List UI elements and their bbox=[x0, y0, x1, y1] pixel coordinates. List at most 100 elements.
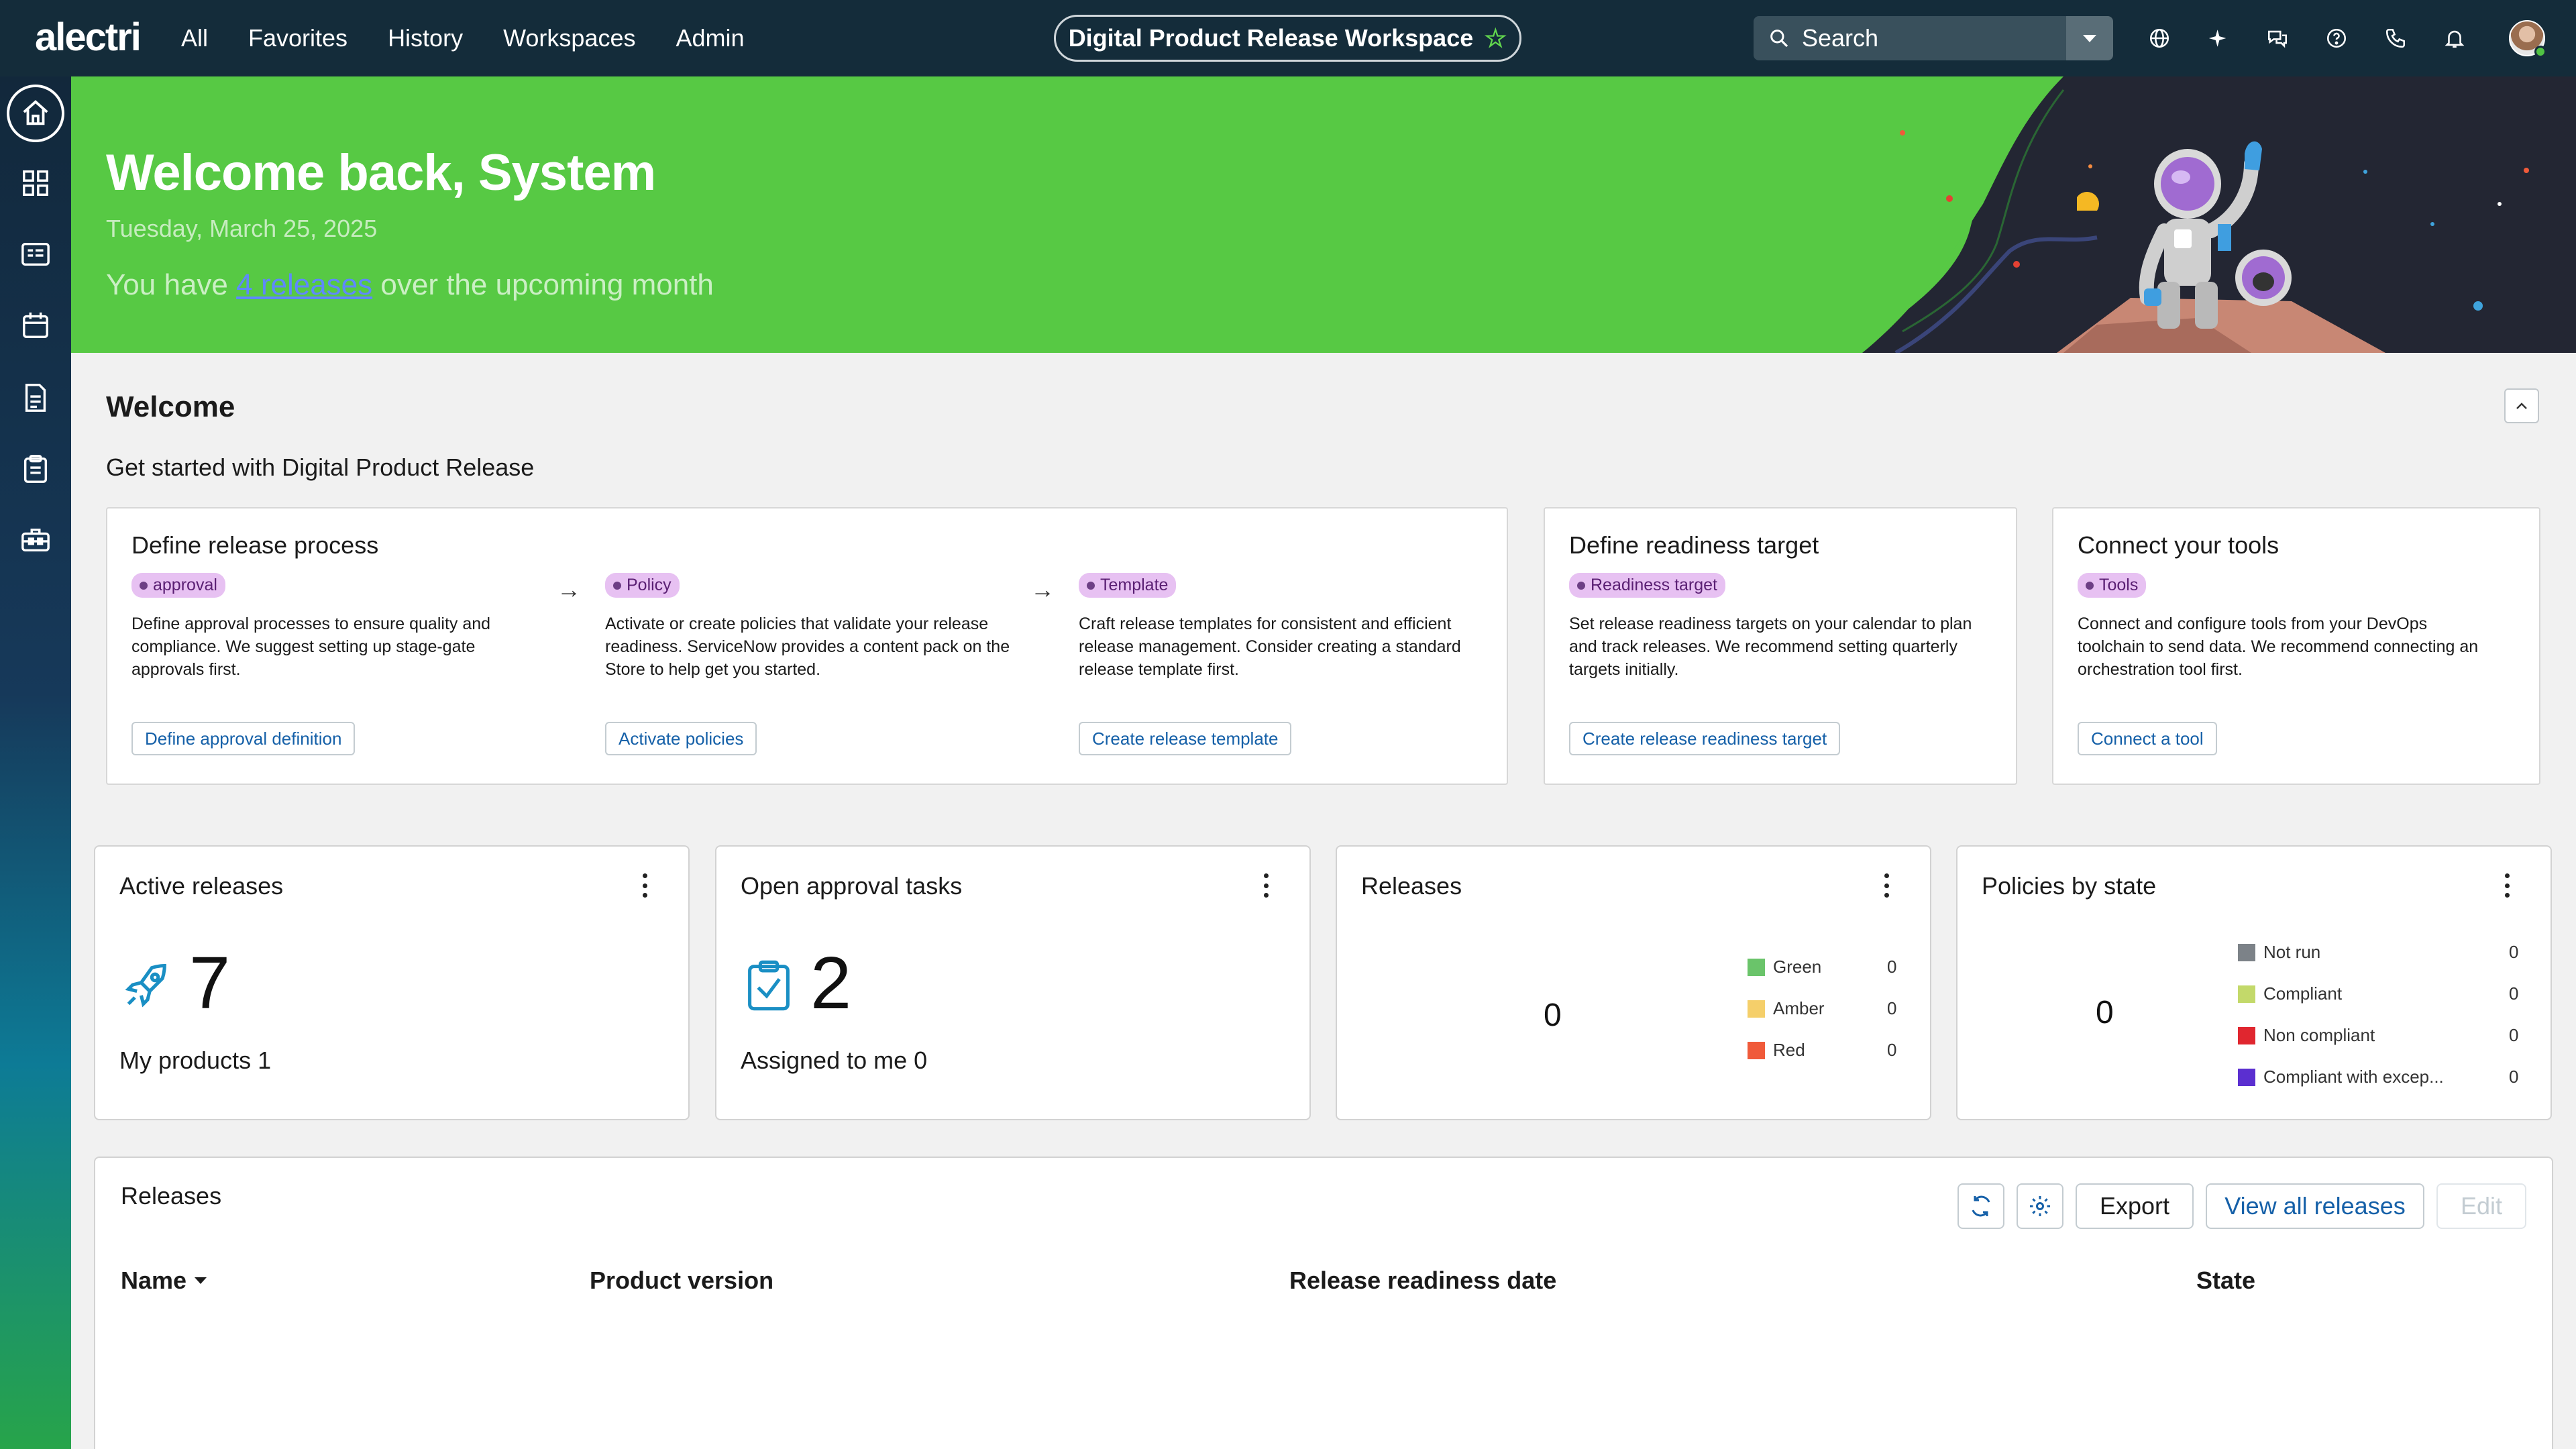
clipboard-check-icon bbox=[748, 960, 790, 1011]
legend-item-non-compliant[interactable]: Non compliant 0 bbox=[2238, 1025, 2518, 1046]
collapse-welcome-button[interactable] bbox=[2504, 388, 2539, 423]
not-run-swatch bbox=[2238, 943, 2255, 961]
open-approval-tasks-widget[interactable]: Open approval tasks 2 Assigned to me 0 bbox=[715, 845, 1311, 1120]
settings-button[interactable] bbox=[2017, 1183, 2063, 1229]
favorite-star-icon[interactable]: ☆ bbox=[1484, 23, 1507, 54]
grid-apps-icon[interactable] bbox=[17, 165, 54, 201]
welcome-section: Welcome Get started with Digital Product… bbox=[71, 353, 2576, 820]
legend-value: 0 bbox=[1887, 957, 1897, 977]
more-options-icon[interactable] bbox=[1883, 873, 1890, 898]
sort-descending-icon bbox=[195, 1277, 207, 1284]
sparkle-icon[interactable] bbox=[2203, 18, 2234, 58]
define-readiness-target-card: Define readiness target Readiness target… bbox=[1544, 507, 2017, 785]
widget-title: Releases bbox=[1361, 872, 1462, 900]
column-header-product-version[interactable]: Product version bbox=[590, 1267, 773, 1295]
list-board-icon[interactable] bbox=[17, 236, 54, 272]
search-scope-dropdown[interactable] bbox=[2066, 16, 2113, 60]
policies-by-state-widget[interactable]: Policies by state 0 Not run 0 Compliant … bbox=[1956, 845, 2552, 1120]
policy-step: Policy Activate or create policies that … bbox=[605, 573, 1014, 681]
create-release-template-button[interactable]: Create release template bbox=[1079, 722, 1292, 755]
legend-value: 0 bbox=[2509, 942, 2519, 962]
readiness-step: Readiness target Set release readiness t… bbox=[1569, 573, 1978, 681]
template-description: Craft release templates for consistent a… bbox=[1079, 614, 1461, 679]
calendar-icon[interactable] bbox=[17, 307, 54, 343]
refresh-button[interactable] bbox=[1957, 1183, 2004, 1229]
chat-icon[interactable] bbox=[2262, 18, 2293, 58]
workspace-title-pill[interactable]: Digital Product Release Workspace ☆ bbox=[1054, 15, 1521, 62]
column-header-name[interactable]: Name bbox=[121, 1267, 208, 1295]
bell-icon[interactable] bbox=[2439, 18, 2470, 58]
legend-item-red[interactable]: Red 0 bbox=[1748, 1040, 1896, 1061]
brand-logo[interactable]: alectri bbox=[35, 15, 142, 60]
card-title: Connect your tools bbox=[2078, 531, 2279, 559]
user-avatar[interactable] bbox=[2509, 20, 2546, 58]
legend-item-amber[interactable]: Amber 0 bbox=[1748, 998, 1896, 1019]
search-icon bbox=[1770, 30, 1788, 48]
legend-item-not-run[interactable]: Not run 0 bbox=[2238, 942, 2518, 963]
tools-description: Connect and configure tools from your De… bbox=[2078, 614, 2479, 679]
more-options-icon[interactable] bbox=[1263, 873, 1269, 898]
legend-label: Compliant with excep... bbox=[2263, 1067, 2444, 1087]
view-all-releases-button[interactable]: View all releases bbox=[2206, 1183, 2424, 1229]
assigned-to-me-count[interactable]: Assigned to me 0 bbox=[741, 1046, 927, 1075]
top-navigation-bar: alectri All Favorites History Workspaces… bbox=[0, 0, 2576, 76]
card-title: Define readiness target bbox=[1569, 531, 1819, 559]
red-swatch bbox=[1748, 1041, 1765, 1059]
green-swatch bbox=[1748, 958, 1765, 976]
legend-value: 0 bbox=[2509, 1025, 2519, 1045]
active-releases-count: 7 bbox=[189, 942, 231, 1024]
nav-admin[interactable]: Admin bbox=[676, 24, 744, 52]
policy-badge: Policy bbox=[605, 573, 680, 598]
global-search-input[interactable]: Search bbox=[1754, 16, 2066, 60]
online-status-dot bbox=[2534, 46, 2546, 58]
amber-swatch bbox=[1748, 1000, 1765, 1018]
nav-history[interactable]: History bbox=[388, 24, 463, 52]
legend-item-compliant[interactable]: Compliant 0 bbox=[2238, 983, 2518, 1004]
export-button[interactable]: Export bbox=[2076, 1183, 2194, 1229]
legend-label: Not run bbox=[2263, 942, 2321, 962]
arrow-right-icon: → bbox=[1030, 576, 1055, 603]
upcoming-releases-text: You have 4 releases over the upcoming mo… bbox=[106, 268, 714, 302]
define-approval-definition-button[interactable]: Define approval definition bbox=[131, 722, 356, 755]
help-icon[interactable] bbox=[2321, 18, 2352, 58]
tools-badge: Tools bbox=[2078, 573, 2147, 598]
globe-icon[interactable] bbox=[2144, 18, 2175, 58]
activate-policies-button[interactable]: Activate policies bbox=[605, 722, 757, 755]
more-options-icon[interactable] bbox=[641, 873, 648, 898]
legend-item-green[interactable]: Green 0 bbox=[1748, 957, 1896, 977]
more-options-icon[interactable] bbox=[2504, 873, 2510, 898]
nav-favorites[interactable]: Favorites bbox=[248, 24, 347, 52]
welcome-greeting: Welcome back, System bbox=[106, 144, 656, 201]
gear-icon bbox=[2030, 1196, 2050, 1216]
upcoming-releases-link[interactable]: 4 releases bbox=[236, 268, 372, 301]
tools-step: Tools Connect and configure tools from y… bbox=[2078, 573, 2487, 681]
welcome-banner: Welcome back, System Tuesday, March 25, … bbox=[71, 76, 2576, 353]
legend-label: Red bbox=[1773, 1040, 1805, 1060]
legend-item-compliant-with-exception[interactable]: Compliant with excep... 0 bbox=[2238, 1067, 2518, 1087]
column-header-release-readiness-date[interactable]: Release readiness date bbox=[1289, 1267, 1556, 1295]
create-release-readiness-target-button[interactable]: Create release readiness target bbox=[1569, 722, 1841, 755]
legend-value: 0 bbox=[1887, 1040, 1897, 1060]
compliant-swatch bbox=[2238, 985, 2255, 1003]
column-header-state[interactable]: State bbox=[2196, 1267, 2255, 1295]
readiness-target-badge: Readiness target bbox=[1569, 573, 1726, 598]
connect-a-tool-button[interactable]: Connect a tool bbox=[2078, 722, 2217, 755]
left-sidebar bbox=[0, 76, 71, 1449]
toolbox-icon[interactable] bbox=[17, 522, 54, 558]
my-products-count[interactable]: My products 1 bbox=[119, 1046, 271, 1075]
nav-workspaces[interactable]: Workspaces bbox=[503, 24, 635, 52]
document-icon[interactable] bbox=[17, 380, 54, 416]
chevron-up-icon bbox=[2516, 402, 2527, 409]
home-icon[interactable] bbox=[7, 85, 64, 142]
phone-icon[interactable] bbox=[2380, 18, 2411, 58]
connect-your-tools-card: Connect your tools Tools Connect and con… bbox=[2052, 507, 2540, 785]
approval-step: approval Define approval processes to en… bbox=[131, 573, 541, 681]
clipboard-icon[interactable] bbox=[17, 451, 54, 487]
releases-list-panel: Releases Export View all releases Edit N… bbox=[94, 1157, 2553, 1449]
releases-total: 0 bbox=[1544, 998, 1562, 1033]
nav-all[interactable]: All bbox=[181, 24, 208, 52]
welcome-subtitle: Get started with Digital Product Release bbox=[106, 453, 535, 481]
workspace-title: Digital Product Release Workspace bbox=[1068, 24, 1474, 52]
active-releases-widget[interactable]: Active releases 7 My products 1 bbox=[94, 845, 690, 1120]
releases-health-widget[interactable]: Releases 0 Green 0 Amber 0 Red 0 bbox=[1336, 845, 1931, 1120]
